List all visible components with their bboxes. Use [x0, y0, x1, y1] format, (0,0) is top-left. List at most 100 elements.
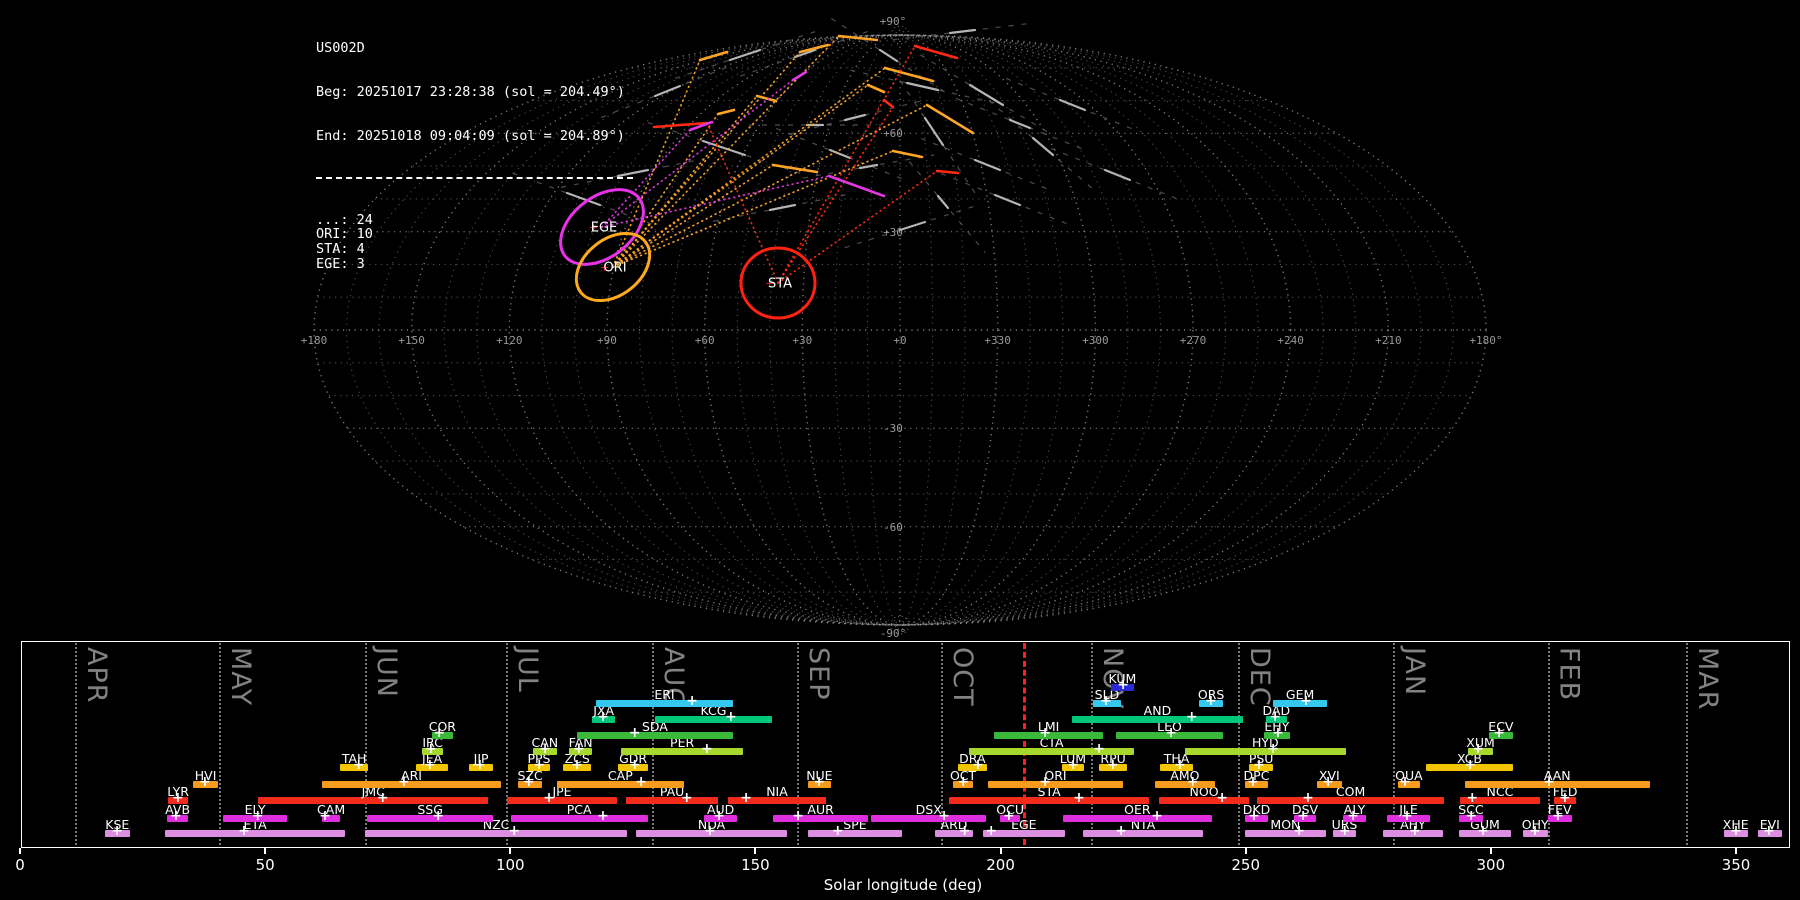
tick-label: 50 — [255, 856, 275, 874]
month-separator — [74, 643, 77, 845]
tick-label: 350 — [1721, 856, 1751, 874]
peak-marker: + — [792, 807, 804, 824]
peak-marker: + — [170, 807, 182, 824]
peak-marker: + — [171, 789, 184, 806]
axis-tick — [1244, 848, 1247, 854]
peak-marker: + — [1253, 756, 1265, 773]
peak-marker: + — [957, 773, 970, 790]
peak-marker: + — [1039, 773, 1052, 790]
month-label: APR — [80, 647, 112, 704]
peak-marker: + — [1093, 740, 1105, 757]
peak-marker: + — [1762, 822, 1775, 839]
peak-marker: + — [1493, 724, 1506, 741]
peak-marker: + — [1466, 789, 1479, 806]
shower-label: NIA — [766, 783, 788, 799]
peak-marker: + — [533, 756, 546, 773]
peak-marker: + — [1186, 773, 1199, 790]
tick-label: 100 — [495, 856, 525, 874]
peak-marker: + — [1067, 756, 1079, 773]
tick-label: 150 — [741, 856, 770, 874]
peak-marker: + — [1100, 692, 1112, 709]
peak-marker: + — [725, 708, 737, 725]
activity-timeline: Solar longitude (deg) APR MAY JUN JUL AUG SEP… — [0, 0, 1800, 900]
peak-marker: + — [635, 773, 648, 790]
peak-marker: + — [680, 789, 693, 806]
peak-marker: + — [686, 692, 699, 709]
peak-marker: + — [1248, 807, 1260, 824]
peak-marker: + — [1399, 773, 1411, 790]
peak-marker: + — [251, 807, 264, 824]
peak-marker: + — [523, 773, 535, 790]
peak-marker: + — [958, 822, 971, 839]
peak-marker: + — [238, 822, 250, 839]
peak-marker: + — [1185, 708, 1198, 725]
peak-marker: + — [539, 740, 551, 757]
peak-marker: + — [1247, 773, 1259, 790]
peak-marker: + — [972, 756, 984, 773]
month-label: MAR — [1691, 647, 1723, 711]
shower-label: AND — [1143, 702, 1172, 718]
peak-marker: + — [573, 740, 585, 757]
month-label: FEB — [1553, 647, 1585, 702]
month-separator — [651, 643, 654, 845]
peak-marker: + — [740, 789, 752, 806]
month-separator — [219, 643, 222, 845]
peak-marker: + — [1529, 822, 1541, 839]
tick-label: 200 — [986, 856, 1015, 874]
axis-tick — [19, 848, 21, 854]
peak-marker: + — [1174, 756, 1186, 773]
peak-marker: + — [1151, 807, 1163, 824]
tick-label: 250 — [1231, 856, 1261, 874]
peak-marker: + — [1464, 756, 1477, 773]
peak-marker: + — [198, 773, 211, 790]
peak-marker: + — [1272, 724, 1284, 741]
month-label: SEP — [803, 647, 835, 701]
peak-marker: + — [628, 756, 641, 773]
peak-marker: + — [508, 822, 521, 839]
peak-marker: + — [1401, 807, 1413, 824]
peak-marker: + — [1205, 692, 1217, 709]
month-separator — [505, 643, 508, 845]
peak-marker: + — [1003, 807, 1015, 824]
peak-marker: + — [597, 708, 609, 725]
month-label: OCT — [947, 647, 979, 707]
month-label: JUN — [371, 647, 403, 698]
peak-marker: + — [701, 740, 713, 757]
peak-marker: + — [1472, 740, 1484, 757]
peak-marker: + — [1269, 708, 1281, 725]
shower-label: OER — [1124, 801, 1151, 817]
peak-marker: + — [1117, 676, 1129, 693]
peak-marker: + — [831, 822, 844, 839]
peak-marker: + — [628, 724, 641, 741]
peak-marker: + — [1477, 822, 1489, 839]
axis-tick — [264, 848, 267, 854]
peak-marker: + — [424, 740, 437, 757]
peak-marker: + — [398, 773, 410, 790]
tick-label: 300 — [1476, 856, 1506, 874]
month-label: JUL — [511, 647, 543, 693]
peak-marker: + — [1293, 822, 1305, 839]
peak-marker: + — [1347, 807, 1359, 824]
shower-label: PCA — [566, 801, 592, 817]
peak-marker: + — [1165, 724, 1178, 741]
peak-marker: + — [1115, 822, 1128, 839]
peak-marker: + — [423, 756, 436, 773]
peak-marker: + — [1106, 756, 1119, 773]
shower-label: AUR — [807, 801, 834, 817]
peak-marker: + — [1408, 822, 1421, 839]
peak-marker: + — [713, 807, 725, 824]
peak-marker: + — [938, 807, 951, 824]
peak-marker: + — [352, 756, 365, 773]
peak-marker: + — [1552, 807, 1564, 824]
month-separator — [1237, 643, 1240, 845]
peak-marker: + — [1216, 789, 1229, 806]
axis-tick — [1734, 848, 1737, 854]
x-axis-title: Solar longitude (deg) — [823, 876, 983, 894]
peak-marker: + — [985, 822, 998, 839]
peak-marker: + — [1322, 773, 1334, 790]
axis-tick — [754, 848, 757, 854]
shower-label: ERI — [654, 686, 675, 702]
peak-marker: + — [111, 822, 123, 839]
peak-marker: + — [1338, 822, 1351, 839]
peak-marker: + — [1300, 692, 1312, 709]
